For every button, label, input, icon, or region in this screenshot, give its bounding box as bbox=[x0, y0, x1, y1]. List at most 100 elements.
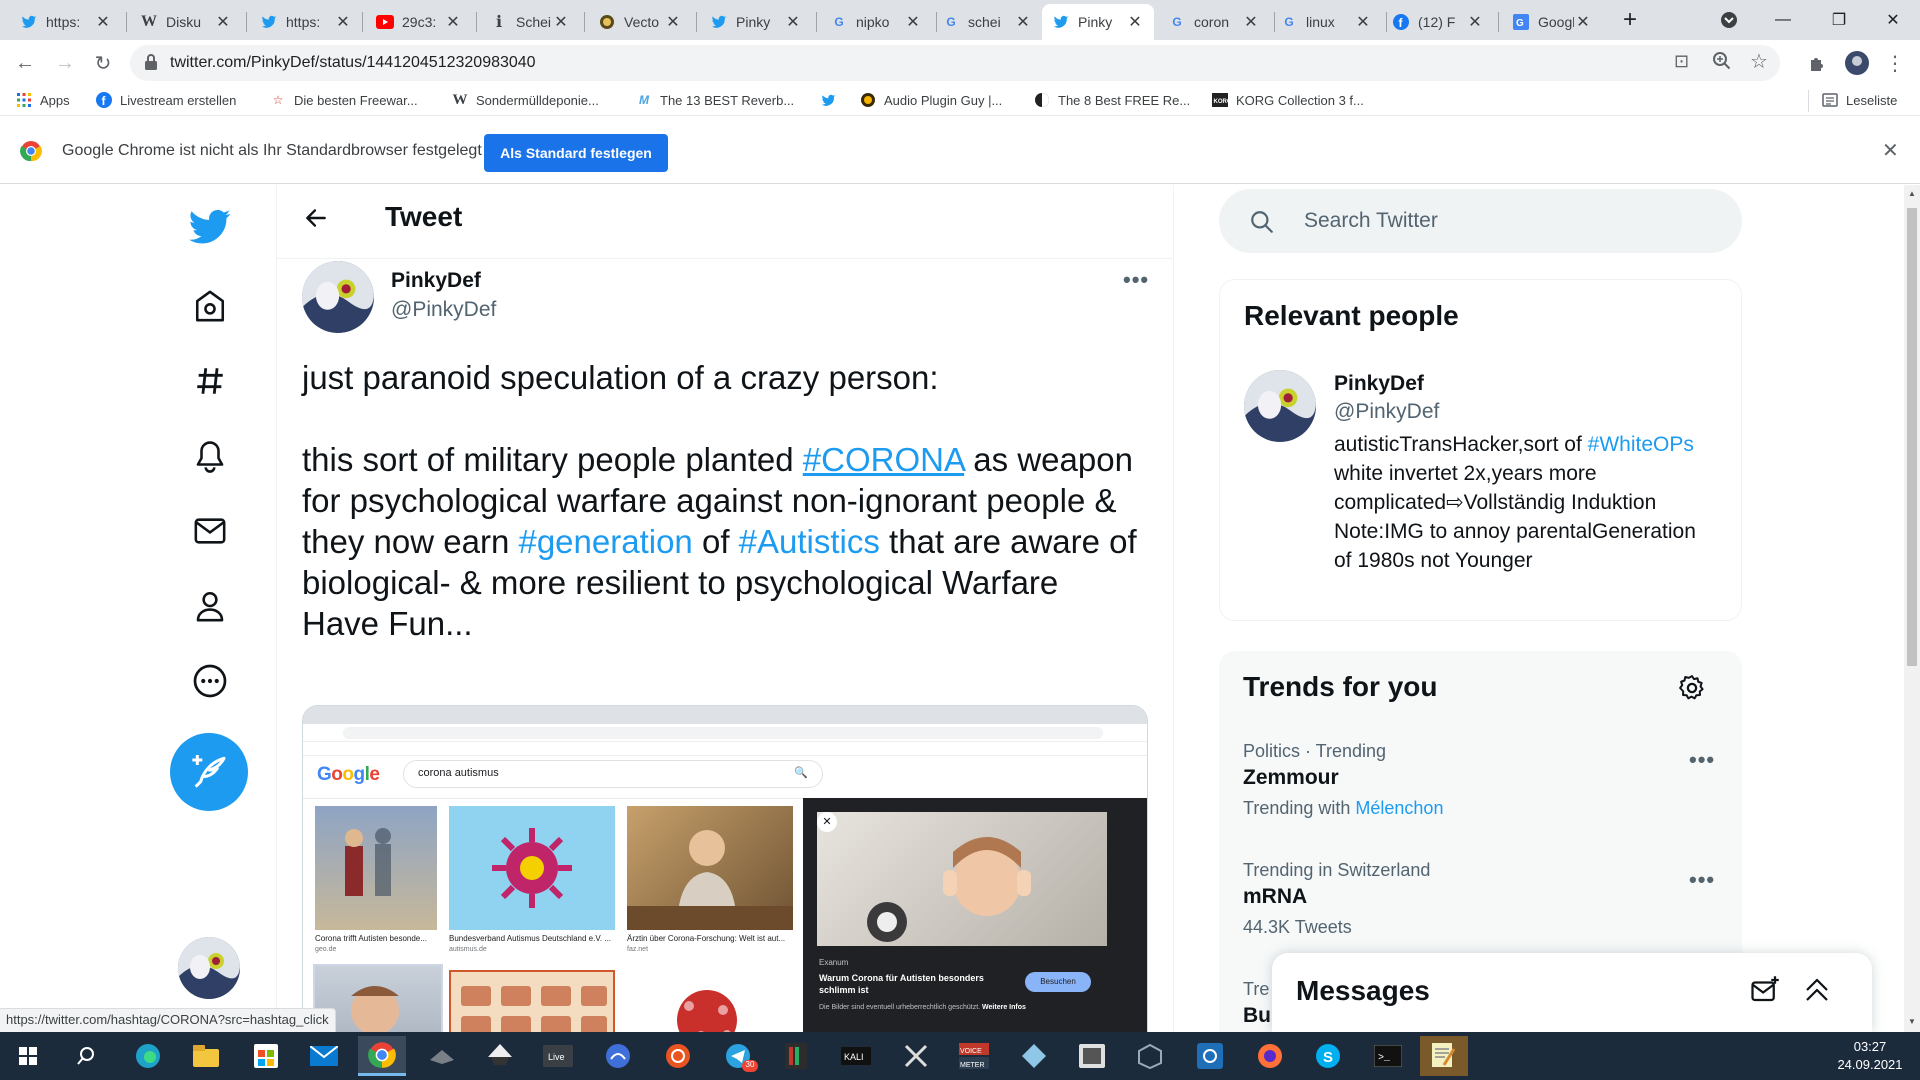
close-tab-icon[interactable]: ✕ bbox=[664, 12, 682, 32]
close-tab-icon[interactable]: ✕ bbox=[552, 12, 570, 32]
close-tab-icon[interactable]: ✕ bbox=[784, 12, 802, 32]
terminal-app-icon[interactable] bbox=[772, 1036, 820, 1076]
bookmark-star-icon[interactable]: ☆ bbox=[1750, 49, 1768, 74]
windows-start-icon[interactable] bbox=[4, 1036, 52, 1076]
address-bar[interactable]: twitter.com/PinkyDef/status/144120451232… bbox=[130, 45, 1780, 81]
extensions-icon[interactable] bbox=[1802, 48, 1832, 78]
twitter-logo-icon[interactable] bbox=[186, 203, 234, 251]
back-icon[interactable]: ← bbox=[10, 48, 40, 78]
install-icon[interactable]: ⊡ bbox=[1674, 51, 1689, 72]
back-arrow-icon[interactable] bbox=[303, 205, 329, 236]
app-diamond-icon[interactable] bbox=[1010, 1036, 1058, 1076]
close-tab-icon[interactable]: ✕ bbox=[214, 12, 232, 32]
tweet-more-icon[interactable]: ••• bbox=[1123, 267, 1149, 293]
app-window-icon[interactable] bbox=[1186, 1036, 1234, 1076]
notepad-icon[interactable] bbox=[1420, 1036, 1468, 1076]
bookmark-item[interactable]: f Livestream erstellen bbox=[96, 92, 236, 108]
skype-icon[interactable]: S bbox=[1304, 1036, 1352, 1076]
edge-icon[interactable] bbox=[124, 1036, 172, 1076]
explore-hashtag-icon[interactable] bbox=[190, 361, 230, 401]
terminal-icon[interactable]: >_ bbox=[1364, 1036, 1412, 1076]
game-icon[interactable] bbox=[418, 1036, 466, 1076]
close-tab-icon[interactable]: ✕ bbox=[1466, 12, 1484, 32]
trend-item[interactable]: Trending in Switzerland mRNA 44.3K Tweet… bbox=[1243, 860, 1430, 938]
bookmark-item[interactable]: The 8 Best FREE Re... bbox=[1034, 92, 1190, 108]
browser-tab[interactable]: G Googl ✕ bbox=[1502, 4, 1602, 40]
browser-tab[interactable]: 29c3: ✕ bbox=[366, 4, 472, 40]
bookmark-item[interactable] bbox=[820, 92, 844, 108]
relevant-handle[interactable]: @PinkyDef bbox=[1334, 400, 1439, 424]
browser-tab[interactable]: Pinky ✕ bbox=[700, 4, 812, 40]
notifications-bell-icon[interactable] bbox=[190, 436, 230, 476]
hashtag-link[interactable]: #WhiteOPs bbox=[1588, 433, 1694, 456]
firefox-icon[interactable] bbox=[1246, 1036, 1294, 1076]
kali-icon[interactable]: KALI bbox=[832, 1036, 880, 1076]
browser-tab[interactable]: ℹ Schei ✕ bbox=[480, 4, 580, 40]
tweet-image[interactable]: Google corona autismus 🔍 Corona trifft A… bbox=[302, 705, 1148, 1032]
hashtag-link[interactable]: #Autistics bbox=[739, 523, 880, 560]
live-icon[interactable]: Live bbox=[534, 1036, 582, 1076]
more-options-icon[interactable] bbox=[190, 661, 230, 701]
trend-related-link[interactable]: Mélenchon bbox=[1355, 798, 1443, 818]
bookmark-item[interactable]: W Sondermülldeponie... bbox=[452, 92, 599, 108]
minimize-icon[interactable]: — bbox=[1760, 0, 1806, 40]
new-message-icon[interactable] bbox=[1750, 975, 1780, 1010]
trend-item[interactable]: Politics · Trending Zemmour Trending wit… bbox=[1243, 741, 1443, 819]
telegram-icon[interactable]: 30 bbox=[714, 1036, 762, 1076]
close-tab-icon[interactable]: ✕ bbox=[334, 12, 352, 32]
compose-tweet-button[interactable] bbox=[170, 733, 248, 811]
home-icon[interactable] bbox=[190, 286, 230, 326]
author-handle[interactable]: @PinkyDef bbox=[391, 298, 496, 322]
browser-tab-active[interactable]: Pinky ✕ bbox=[1042, 4, 1154, 40]
menu-kebab-icon[interactable]: ⋮ bbox=[1880, 48, 1910, 78]
reload-icon[interactable]: ↻ bbox=[88, 48, 118, 78]
x-app-icon[interactable] bbox=[892, 1036, 940, 1076]
forward-icon[interactable]: → bbox=[50, 48, 80, 78]
browser-tab[interactable]: https: ✕ bbox=[10, 4, 122, 40]
restore-icon[interactable]: ❐ bbox=[1816, 0, 1862, 40]
trend-more-icon[interactable]: ••• bbox=[1689, 747, 1715, 773]
browser-tab[interactable]: G coron ✕ bbox=[1158, 4, 1270, 40]
close-tab-icon[interactable]: ✕ bbox=[1126, 12, 1144, 32]
scroll-down-icon[interactable]: ▼ bbox=[1908, 1017, 1916, 1026]
chrome-icon[interactable] bbox=[358, 1036, 406, 1076]
browser-tab[interactable]: f (12) F ✕ bbox=[1382, 4, 1494, 40]
trend-item[interactable]: Tre Bu bbox=[1243, 979, 1271, 1028]
account-avatar[interactable] bbox=[178, 937, 240, 999]
profile-person-icon[interactable] bbox=[190, 586, 230, 626]
trend-more-icon[interactable]: ••• bbox=[1689, 867, 1715, 893]
store-icon[interactable] bbox=[242, 1036, 290, 1076]
taskbar-clock[interactable]: 03:27 24.09.2021 bbox=[1830, 1038, 1910, 1074]
browser-tab[interactable]: Vecto ✕ bbox=[588, 4, 692, 40]
bookmark-item[interactable]: ☆ Die besten Freewar... bbox=[270, 92, 418, 108]
settings-gear-icon[interactable] bbox=[1677, 673, 1707, 708]
author-name[interactable]: PinkyDef bbox=[391, 269, 481, 293]
bookmark-item[interactable]: Audio Plugin Guy |... bbox=[860, 92, 1002, 108]
close-tab-icon[interactable]: ✕ bbox=[1354, 12, 1372, 32]
app-blue-icon[interactable] bbox=[594, 1036, 642, 1076]
browser-tab[interactable]: https: ✕ bbox=[250, 4, 362, 40]
bookmark-item[interactable]: KORG KORG Collection 3 f... bbox=[1212, 92, 1364, 108]
messages-envelope-icon[interactable] bbox=[190, 511, 230, 551]
new-tab-icon[interactable]: + bbox=[1612, 0, 1648, 40]
voicemeeter-icon[interactable]: VOICE METER bbox=[950, 1036, 998, 1076]
zoom-icon[interactable] bbox=[1712, 51, 1732, 76]
scrollbar-thumb[interactable] bbox=[1907, 208, 1917, 666]
close-tab-icon[interactable]: ✕ bbox=[94, 12, 112, 32]
close-tab-icon[interactable]: ✕ bbox=[1242, 12, 1260, 32]
close-tab-icon[interactable]: ✕ bbox=[904, 12, 922, 32]
close-tab-icon[interactable]: ✕ bbox=[1014, 12, 1032, 32]
profile-avatar-icon[interactable] bbox=[1842, 48, 1872, 78]
search-icon[interactable] bbox=[62, 1036, 110, 1076]
tab-search-icon[interactable] bbox=[1706, 0, 1752, 40]
messages-drawer[interactable]: Messages bbox=[1272, 953, 1872, 1032]
browser-tab[interactable]: G nipko ✕ bbox=[820, 4, 932, 40]
close-tab-icon[interactable]: ✕ bbox=[444, 12, 462, 32]
mail-icon[interactable] bbox=[300, 1036, 348, 1076]
inkscape-icon[interactable] bbox=[476, 1036, 524, 1076]
close-tab-icon[interactable]: ✕ bbox=[1574, 12, 1592, 32]
browser-tab[interactable]: W Disku ✕ bbox=[130, 4, 242, 40]
ubuntu-icon[interactable] bbox=[654, 1036, 702, 1076]
browser-tab[interactable]: G linux ✕ bbox=[1270, 4, 1382, 40]
search-input[interactable]: Search Twitter bbox=[1304, 209, 1438, 233]
